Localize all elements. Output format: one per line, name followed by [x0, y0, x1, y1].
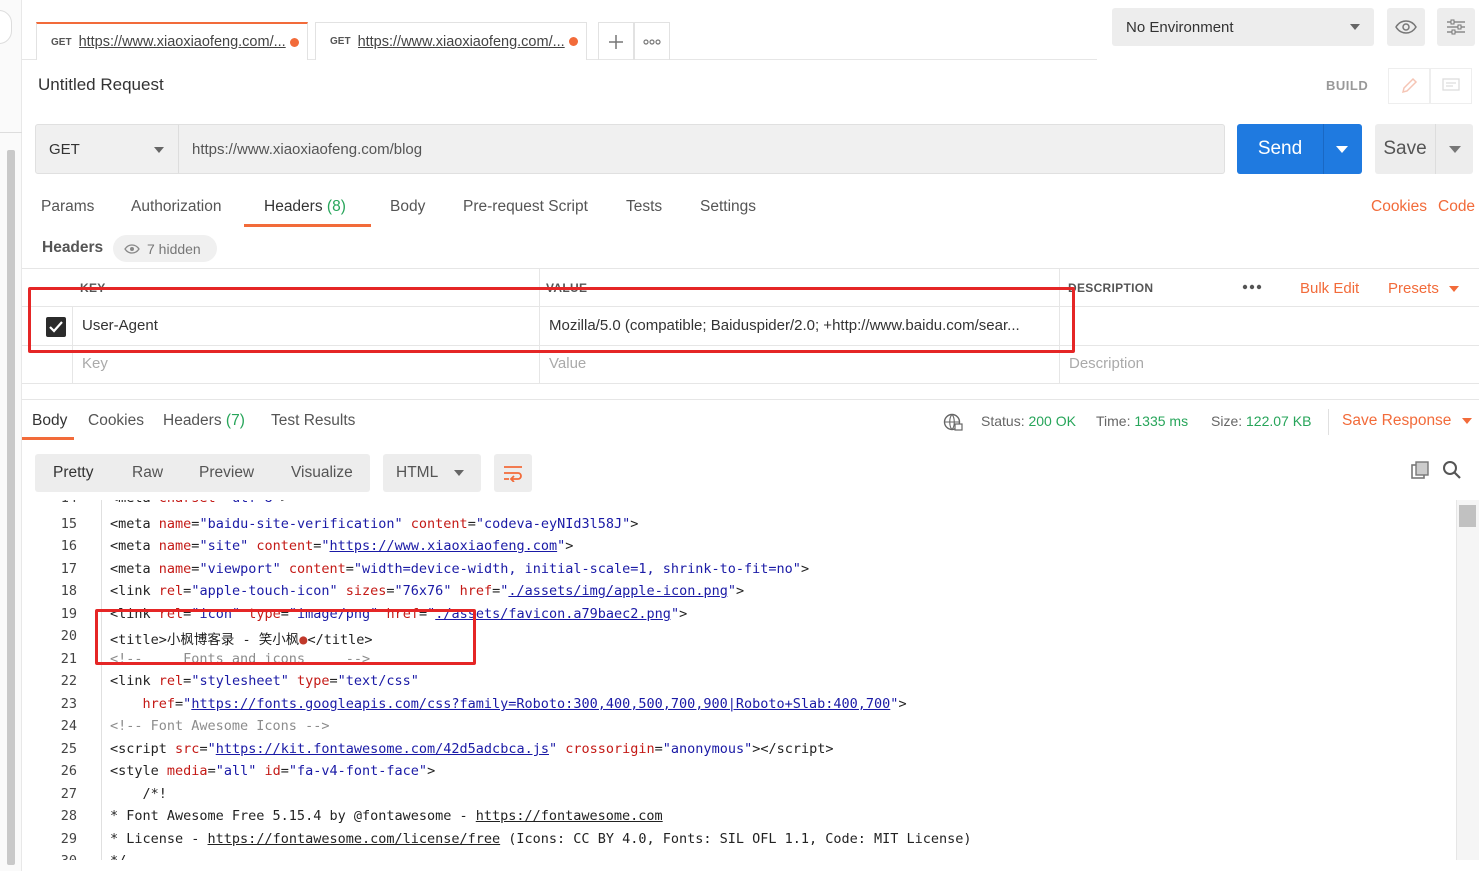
hidden-headers-toggle[interactable]: 7 hidden: [113, 235, 217, 262]
save-button[interactable]: Save: [1375, 124, 1473, 174]
size-value: 122.07 KB: [1246, 413, 1312, 429]
comment-icon: [1442, 78, 1460, 91]
hidden-count: 7 hidden: [147, 240, 201, 257]
response-tab-body[interactable]: Body: [32, 412, 67, 430]
presets-dropdown[interactable]: Presets: [1388, 280, 1460, 297]
tab-method: GET: [330, 36, 351, 47]
time-value: 1335 ms: [1134, 413, 1189, 429]
request-title[interactable]: Untitled Request: [38, 75, 164, 95]
build-mode-label: BUILD: [1326, 78, 1369, 93]
tab-settings[interactable]: Settings: [700, 198, 756, 216]
view-visualize[interactable]: Visualize: [291, 464, 353, 482]
tab-tests[interactable]: Tests: [626, 198, 662, 216]
chevron-down-icon: [1350, 24, 1360, 30]
status-value: 200 OK: [1028, 413, 1076, 429]
tab-headers[interactable]: Headers (8): [264, 198, 346, 216]
active-tab-indicator: [244, 224, 371, 227]
environment-quick-look-button[interactable]: [1387, 8, 1425, 46]
time-info: Time: 1335 ms: [1096, 413, 1189, 429]
cookies-link[interactable]: Cookies: [1371, 198, 1427, 216]
code-scrollbar[interactable]: [1456, 500, 1479, 860]
chevron-down-icon: [1461, 417, 1472, 424]
new-key-input[interactable]: Key: [82, 355, 108, 372]
size-info: Size: 122.07 KB: [1211, 413, 1312, 429]
environment-select[interactable]: No Environment: [1112, 8, 1374, 46]
chevron-down-icon: [154, 147, 164, 153]
response-body-code[interactable]: 14<meta charset="utf-8"> 15<meta name="b…: [22, 500, 1456, 860]
view-pretty[interactable]: Pretty: [53, 464, 93, 482]
unsaved-dot-icon: [289, 37, 299, 47]
table-options-button[interactable]: [1242, 277, 1262, 294]
response-format-select[interactable]: HTML: [383, 454, 481, 492]
annotation-highlight-title: [95, 609, 476, 665]
chevron-down-icon: [454, 470, 464, 476]
pencil-icon: [1401, 77, 1418, 94]
environment-label: No Environment: [1126, 18, 1234, 36]
new-description-input[interactable]: Description: [1069, 355, 1144, 372]
send-button[interactable]: Send: [1237, 124, 1362, 174]
method-label: GET: [49, 140, 80, 158]
comments-button[interactable]: [1430, 68, 1472, 104]
request-tab-bar: GET https://www.xiaoxiaofeng.com/... GET…: [22, 0, 1097, 60]
wrap-lines-button[interactable]: [494, 454, 532, 492]
view-raw[interactable]: Raw: [132, 464, 163, 482]
response-tab-cookies[interactable]: Cookies: [88, 412, 144, 430]
edit-button[interactable]: [1388, 68, 1430, 104]
method-select[interactable]: GET: [35, 124, 179, 174]
request-tab-1[interactable]: GET https://www.xiaoxiaofeng.com/...: [36, 22, 308, 60]
active-response-tab-indicator: [22, 437, 74, 440]
tab-authorization[interactable]: Authorization: [131, 198, 221, 216]
new-value-input[interactable]: Value: [549, 355, 586, 372]
format-label: HTML: [396, 464, 439, 481]
annotation-highlight-headers: [28, 287, 1075, 353]
response-tab-headers[interactable]: Headers (7): [163, 412, 245, 430]
send-label: Send: [1257, 138, 1303, 159]
eye-icon: [1395, 20, 1417, 34]
bulk-edit-link[interactable]: Bulk Edit: [1300, 280, 1359, 297]
headers-count: (8): [326, 198, 346, 215]
col-description: DESCRIPTION: [1068, 281, 1154, 295]
more-tabs-button[interactable]: [634, 22, 670, 60]
response-tab-test-results[interactable]: Test Results: [271, 412, 355, 430]
sliders-icon: [1447, 19, 1465, 35]
sidebar-scrollbar[interactable]: [7, 150, 15, 865]
new-tab-button[interactable]: [598, 22, 634, 60]
eye-icon: [124, 243, 140, 254]
request-tab-2[interactable]: GET https://www.xiaoxiaofeng.com/...: [315, 22, 587, 60]
wrap-icon: [504, 466, 522, 482]
plus-icon: [609, 34, 623, 49]
response-headers-count: (7): [225, 412, 245, 429]
send-options-chevron-icon[interactable]: [1336, 145, 1348, 153]
chevron-down-icon: [1449, 286, 1460, 293]
save-response-dropdown[interactable]: Save Response: [1342, 412, 1472, 430]
code-link[interactable]: Code: [1438, 198, 1475, 216]
left-sidebar-gutter: [0, 0, 22, 871]
tab-method: GET: [51, 36, 72, 48]
tab-body[interactable]: Body: [390, 198, 425, 216]
headers-section-label: Headers: [42, 239, 104, 256]
status-info: Status: 200 OK: [981, 413, 1076, 429]
view-preview[interactable]: Preview: [199, 464, 254, 482]
search-icon[interactable]: [1442, 460, 1462, 484]
save-label: Save: [1383, 138, 1427, 159]
copy-icon[interactable]: [1410, 460, 1430, 484]
manage-environments-button[interactable]: [1437, 8, 1475, 46]
sidebar-toggle[interactable]: [0, 10, 12, 44]
ellipsis-icon: [643, 38, 661, 45]
ellipsis-icon: [1242, 284, 1262, 290]
response-view-segmented-control: Pretty Raw Preview Visualize: [35, 454, 370, 492]
url-input[interactable]: https://www.xiaoxiaofeng.com/blog: [178, 124, 1225, 174]
tab-url: https://www.xiaoxiaofeng.com/...: [357, 33, 565, 50]
url-value: https://www.xiaoxiaofeng.com/blog: [192, 140, 423, 158]
unsaved-dot-icon: [568, 37, 578, 46]
tab-prerequest-script[interactable]: Pre-request Script: [463, 198, 588, 216]
tab-params[interactable]: Params: [41, 198, 94, 216]
tab-url: https://www.xiaoxiaofeng.com/...: [78, 34, 286, 50]
network-globe-icon[interactable]: [943, 413, 963, 435]
save-options-chevron-icon[interactable]: [1449, 145, 1461, 153]
